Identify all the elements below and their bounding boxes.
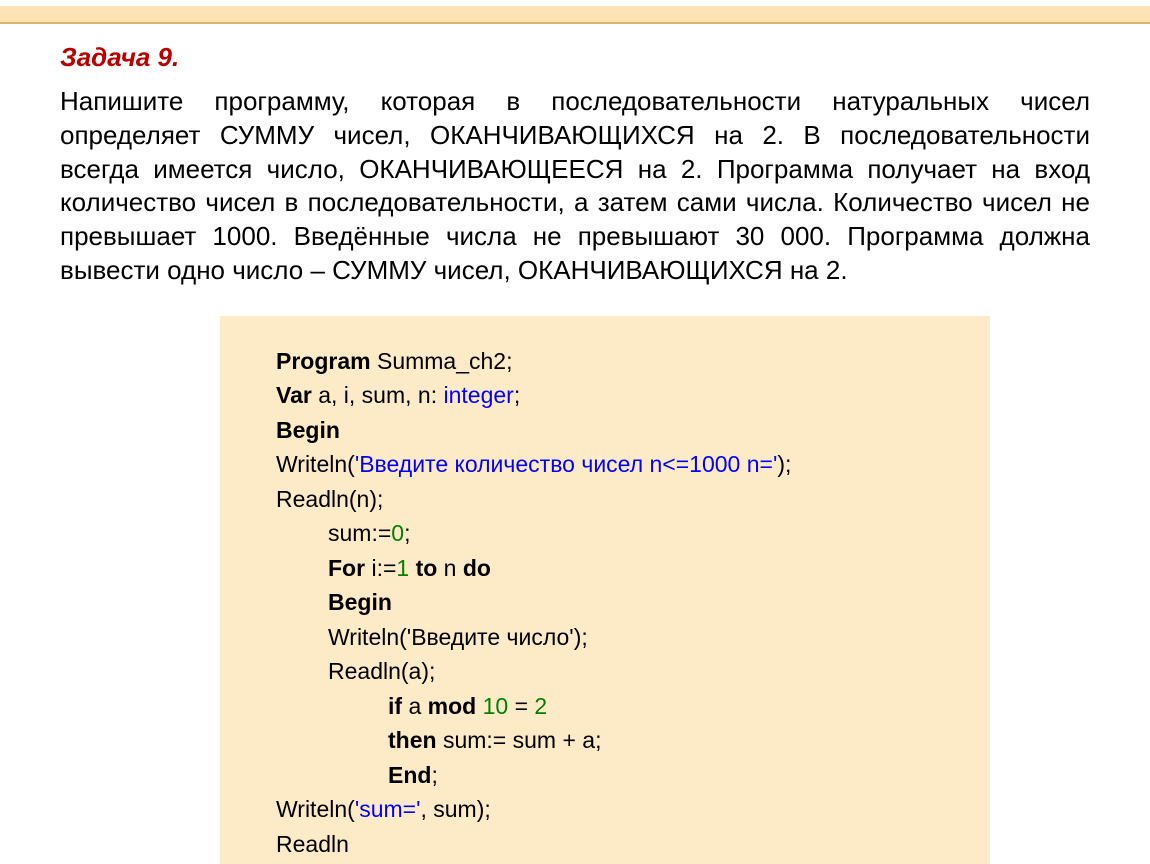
task-title: Задача 9. bbox=[60, 42, 1090, 73]
decorative-top-bar bbox=[0, 6, 1150, 24]
code-line-9: Writeln('Введите число'); bbox=[268, 620, 950, 655]
problem-statement: Напишите программу, которая в последоват… bbox=[60, 85, 1090, 288]
code-line-7: For i:=1 to n do bbox=[268, 551, 950, 586]
code-line-5: Readln(n); bbox=[268, 482, 950, 517]
code-line-12: then sum:= sum + a; bbox=[268, 723, 950, 758]
code-line-6: sum:=0; bbox=[268, 516, 950, 551]
code-line-1: Program Summa_ch2; bbox=[268, 344, 950, 379]
code-line-14: Writeln('sum=', sum); bbox=[268, 792, 950, 827]
code-block: Program Summa_ch2; Var a, i, sum, n: int… bbox=[220, 316, 990, 864]
code-line-11: if a mod 10 = 2 bbox=[268, 689, 950, 724]
code-line-3: Begin bbox=[268, 413, 950, 448]
code-line-4: Writeln('Введите количество чисел n<=100… bbox=[268, 447, 950, 482]
code-line-10: Readln(a); bbox=[268, 654, 950, 689]
code-line-8: Begin bbox=[268, 585, 950, 620]
slide-content: Задача 9. Напишите программу, которая в … bbox=[0, 24, 1150, 864]
code-line-15: Readln bbox=[268, 827, 950, 862]
code-line-2: Var a, i, sum, n: integer; bbox=[268, 378, 950, 413]
code-line-13: End; bbox=[268, 758, 950, 793]
